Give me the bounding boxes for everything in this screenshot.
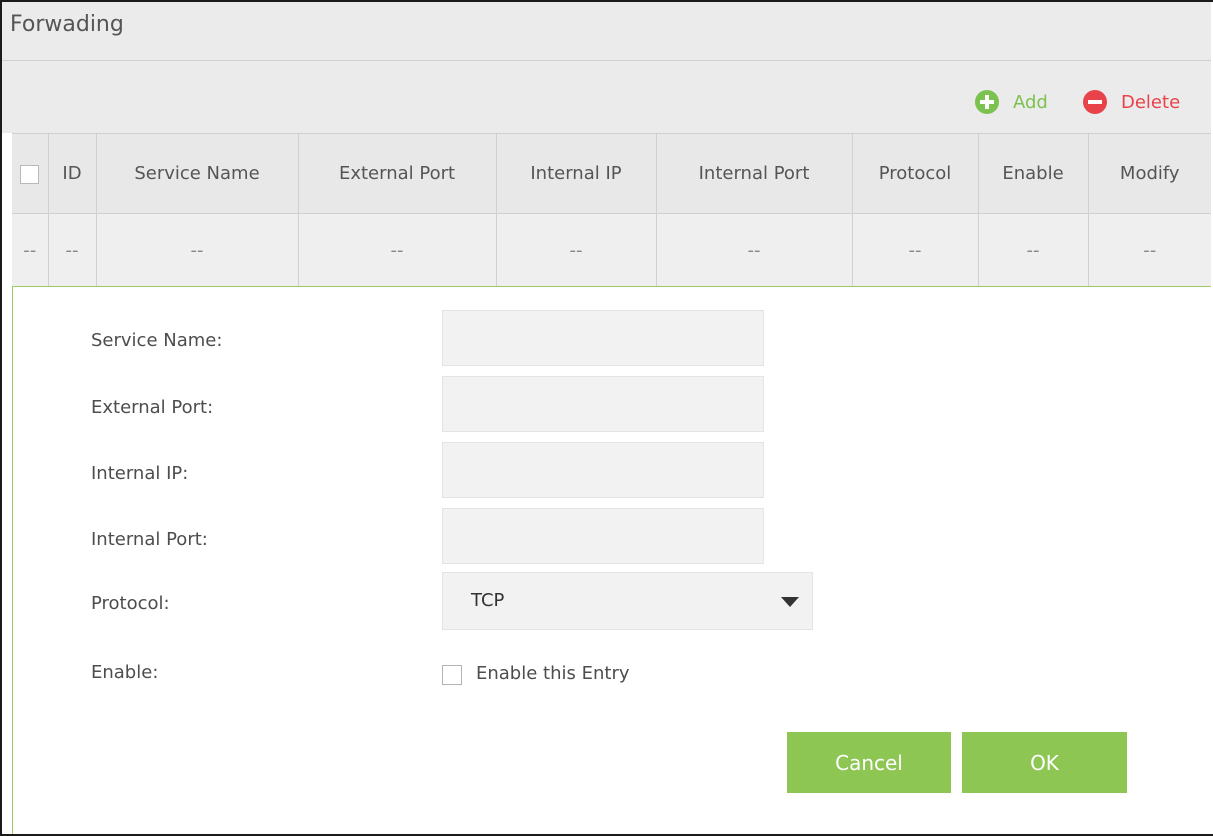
enable-entry-checkbox[interactable] [442,665,462,685]
add-label: Add [1013,91,1048,113]
title-bar: Forwading [2,2,1211,61]
service-name-label: Service Name: [91,330,223,351]
column-header-enable: Enable [977,133,1089,214]
plus-circle-icon [975,90,999,114]
external-port-label: External Port: [91,397,214,418]
select-all-header [12,133,49,214]
column-header-modify: Modify [1087,133,1211,214]
service-name-input[interactable] [442,310,764,366]
table-cell: -- [95,213,299,288]
delete-button[interactable]: Delete [1083,88,1180,116]
column-header-id: ID [47,133,97,214]
protocol-label: Protocol: [91,593,170,614]
dropdown-arrow-icon [781,597,799,607]
internal-port-label: Internal Port: [91,529,208,550]
protocol-select[interactable]: TCP [442,572,813,630]
table-cell: -- [851,213,979,288]
table-row: -- -- -- -- -- -- -- -- -- [12,213,1211,288]
internal-port-input[interactable] [442,508,764,564]
external-port-input[interactable] [442,376,764,432]
internal-ip-input[interactable] [442,442,764,498]
enable-label: Enable: [91,662,159,683]
column-header-internal-ip: Internal IP [495,133,657,214]
delete-label: Delete [1121,91,1181,113]
select-all-checkbox[interactable] [20,164,40,184]
add-button[interactable]: Add [975,88,1048,116]
column-header-internal-port: Internal Port [655,133,853,214]
table-cell: -- [977,213,1089,288]
column-header-protocol: Protocol [851,133,979,214]
column-header-service-name: Service Name [95,133,299,214]
table-cell: -- [495,213,657,288]
protocol-selected-value: TCP [471,590,505,611]
minus-circle-icon [1083,90,1107,114]
column-header-external-port: External Port [297,133,497,214]
table-cell: -- [1087,213,1211,288]
table-cell: -- [655,213,853,288]
table-toolbar: Add Delete [2,61,1211,133]
enable-entry-text[interactable]: Enable this Entry [476,663,630,684]
page-title: Forwading [10,12,124,37]
forwarding-table: ID Service Name External Port Internal I… [12,133,1211,288]
internal-ip-label: Internal IP: [91,463,189,484]
table-cell: -- [297,213,497,288]
ok-button[interactable]: OK [962,732,1127,793]
table-header-row: ID Service Name External Port Internal I… [12,133,1211,214]
table-cell: -- [12,213,49,288]
cancel-button[interactable]: Cancel [787,732,951,793]
table-cell: -- [47,213,97,288]
add-entry-form: Service Name: External Port: Internal IP… [12,286,1211,834]
